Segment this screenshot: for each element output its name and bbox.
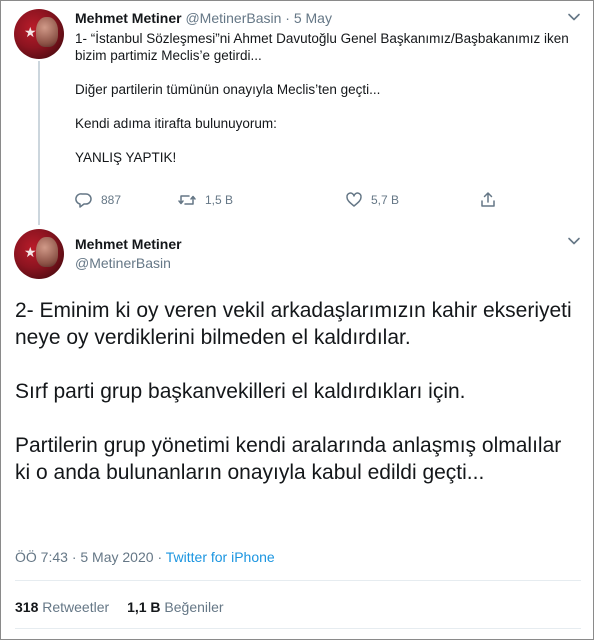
retweet-count: 1,5 B bbox=[205, 193, 234, 207]
likes-stat[interactable]: 1,1 B Beğeniler bbox=[127, 599, 224, 615]
likes-label: Beğeniler bbox=[164, 599, 224, 615]
tweet-date[interactable]: 5 May bbox=[294, 10, 332, 26]
tweet-paragraph: 2- Eminim ki oy veren vekil arkadaşlarım… bbox=[15, 299, 572, 349]
tweet-thread: ★ Mehmet Metiner @MetinerBasin · 5 May 1… bbox=[0, 0, 594, 640]
tweet-paragraph: Partilerin grup yönetimi kendi aralarınd… bbox=[15, 434, 562, 484]
heart-icon bbox=[345, 191, 371, 209]
thread-connector-line bbox=[38, 61, 40, 225]
likes-count: 1,1 B bbox=[127, 599, 161, 615]
divider bbox=[15, 628, 581, 629]
author-handle[interactable]: @MetinerBasin bbox=[185, 10, 281, 26]
tweet-time[interactable]: ÖÖ 7:43 bbox=[15, 549, 68, 565]
tweet-meta: ÖÖ 7:43 · 5 May 2020 · Twitter for iPhon… bbox=[15, 549, 275, 565]
meta-separator: · bbox=[71, 549, 77, 565]
header-separator: · bbox=[285, 10, 290, 26]
avatar[interactable]: ★ bbox=[14, 9, 64, 59]
retweet-icon bbox=[177, 191, 205, 209]
tweet-paragraph: Sırf parti grup başkanvekilleri el kaldı… bbox=[15, 380, 466, 403]
author-handle[interactable]: @MetinerBasin bbox=[75, 255, 171, 271]
divider bbox=[15, 580, 581, 581]
share-icon bbox=[479, 191, 505, 209]
tweet1-header: Mehmet Metiner @MetinerBasin · 5 May bbox=[75, 10, 332, 26]
tweet-source-link[interactable]: Twitter for iPhone bbox=[166, 549, 275, 565]
reply-icon bbox=[75, 191, 101, 209]
avatar-face bbox=[36, 237, 58, 267]
tweet-stats: 318 Retweetler 1,1 B Beğeniler bbox=[15, 599, 238, 615]
share-button[interactable] bbox=[479, 191, 505, 209]
retweets-label: Retweetler bbox=[42, 599, 110, 615]
like-button[interactable]: 5,7 B bbox=[345, 191, 399, 209]
tweet2-text: 2- Eminim ki oy veren vekil arkadaşlarım… bbox=[15, 297, 581, 486]
tweet1-text: 1- “İstanbul Sözleşmesi”ni Ahmet Davutoğ… bbox=[75, 30, 585, 166]
tweet-line: 1- “İstanbul Sözleşmesi”ni Ahmet Davutoğ… bbox=[75, 31, 569, 63]
reply-button[interactable]: 887 bbox=[75, 191, 121, 209]
tweet-line: YANLIŞ YAPTIK! bbox=[75, 150, 177, 165]
avatar[interactable]: ★ bbox=[14, 229, 64, 279]
avatar-star-mark: ★ bbox=[24, 24, 37, 40]
chevron-down-icon[interactable] bbox=[567, 10, 581, 24]
tweet-full-date[interactable]: 5 May 2020 bbox=[80, 549, 153, 565]
chevron-down-icon[interactable] bbox=[567, 234, 581, 248]
like-count: 5,7 B bbox=[371, 193, 400, 207]
retweets-stat[interactable]: 318 Retweetler bbox=[15, 599, 113, 615]
tweet1-actions: 887 1,5 B 5,7 B bbox=[75, 191, 505, 211]
author-name[interactable]: Mehmet Metiner bbox=[75, 10, 182, 26]
author-name[interactable]: Mehmet Metiner bbox=[75, 236, 182, 252]
avatar-face bbox=[36, 17, 58, 47]
meta-separator: · bbox=[157, 549, 163, 565]
reply-count: 887 bbox=[101, 193, 122, 207]
tweet-line: Diğer partilerin tümünün onayıyla Meclis… bbox=[75, 82, 381, 97]
tweet-line: Kendi adıma itirafta bulunuyorum: bbox=[75, 116, 277, 131]
retweets-count: 318 bbox=[15, 599, 39, 615]
retweet-button[interactable]: 1,5 B bbox=[177, 191, 233, 209]
avatar-star-mark: ★ bbox=[24, 244, 37, 260]
